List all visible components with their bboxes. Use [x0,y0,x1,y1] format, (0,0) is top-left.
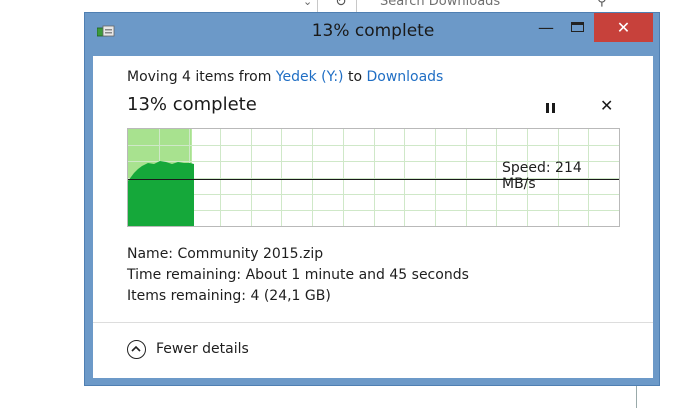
moving-middle: to [343,69,367,85]
speed-area [128,161,194,226]
search-placeholder[interactable]: Search Downloads [380,0,500,9]
pause-icon-bar [552,103,555,113]
close-button[interactable]: ✕ [594,13,653,42]
speed-label: Speed: 214 MB/s [502,160,582,192]
detail-items-remaining: Items remaining: 4 (24,1 GB) [127,288,331,304]
footer-divider [93,322,653,323]
dialog-content: Moving 4 items from Yedek (Y:) to Downlo… [93,56,653,378]
chevron-down-icon[interactable]: ⌄ [303,0,312,8]
detail-name: Name: Community 2015.zip [127,246,324,262]
fewer-details-label: Fewer details [156,341,249,357]
explorer-background [0,0,84,408]
toolbar-divider [317,0,318,12]
moving-summary: Moving 4 items from Yedek (Y:) to Downlo… [127,69,443,85]
pause-icon-bar [546,103,549,113]
chevron-up-icon [127,340,146,359]
maximize-button[interactable] [565,14,591,42]
refresh-icon[interactable]: ↻ [335,0,347,10]
speed-graph: Speed: 214 MB/s [127,128,620,227]
source-link[interactable]: Yedek (Y:) [276,69,344,85]
detail-time-remaining: Time remaining: About 1 minute and 45 se… [127,267,469,283]
search-icon[interactable]: ⚲ [597,0,607,9]
copy-progress-dialog: 13% complete — ✕ Moving 4 items from Yed… [84,12,660,386]
minimize-button[interactable]: — [533,14,559,42]
title-bar[interactable]: 13% complete — ✕ [85,13,661,56]
moving-prefix: Moving 4 items from [127,69,276,85]
minimize-icon: — [538,18,554,37]
maximize-icon [571,22,584,32]
pause-button[interactable] [544,101,558,115]
explorer-background-right [660,0,695,408]
status-heading: 13% complete [127,94,257,115]
cancel-button[interactable]: ✕ [600,96,613,115]
destination-link[interactable]: Downloads [366,69,443,85]
transfer-details: Name: Community 2015.zip Time remaining:… [127,244,469,307]
close-icon: ✕ [616,18,631,37]
